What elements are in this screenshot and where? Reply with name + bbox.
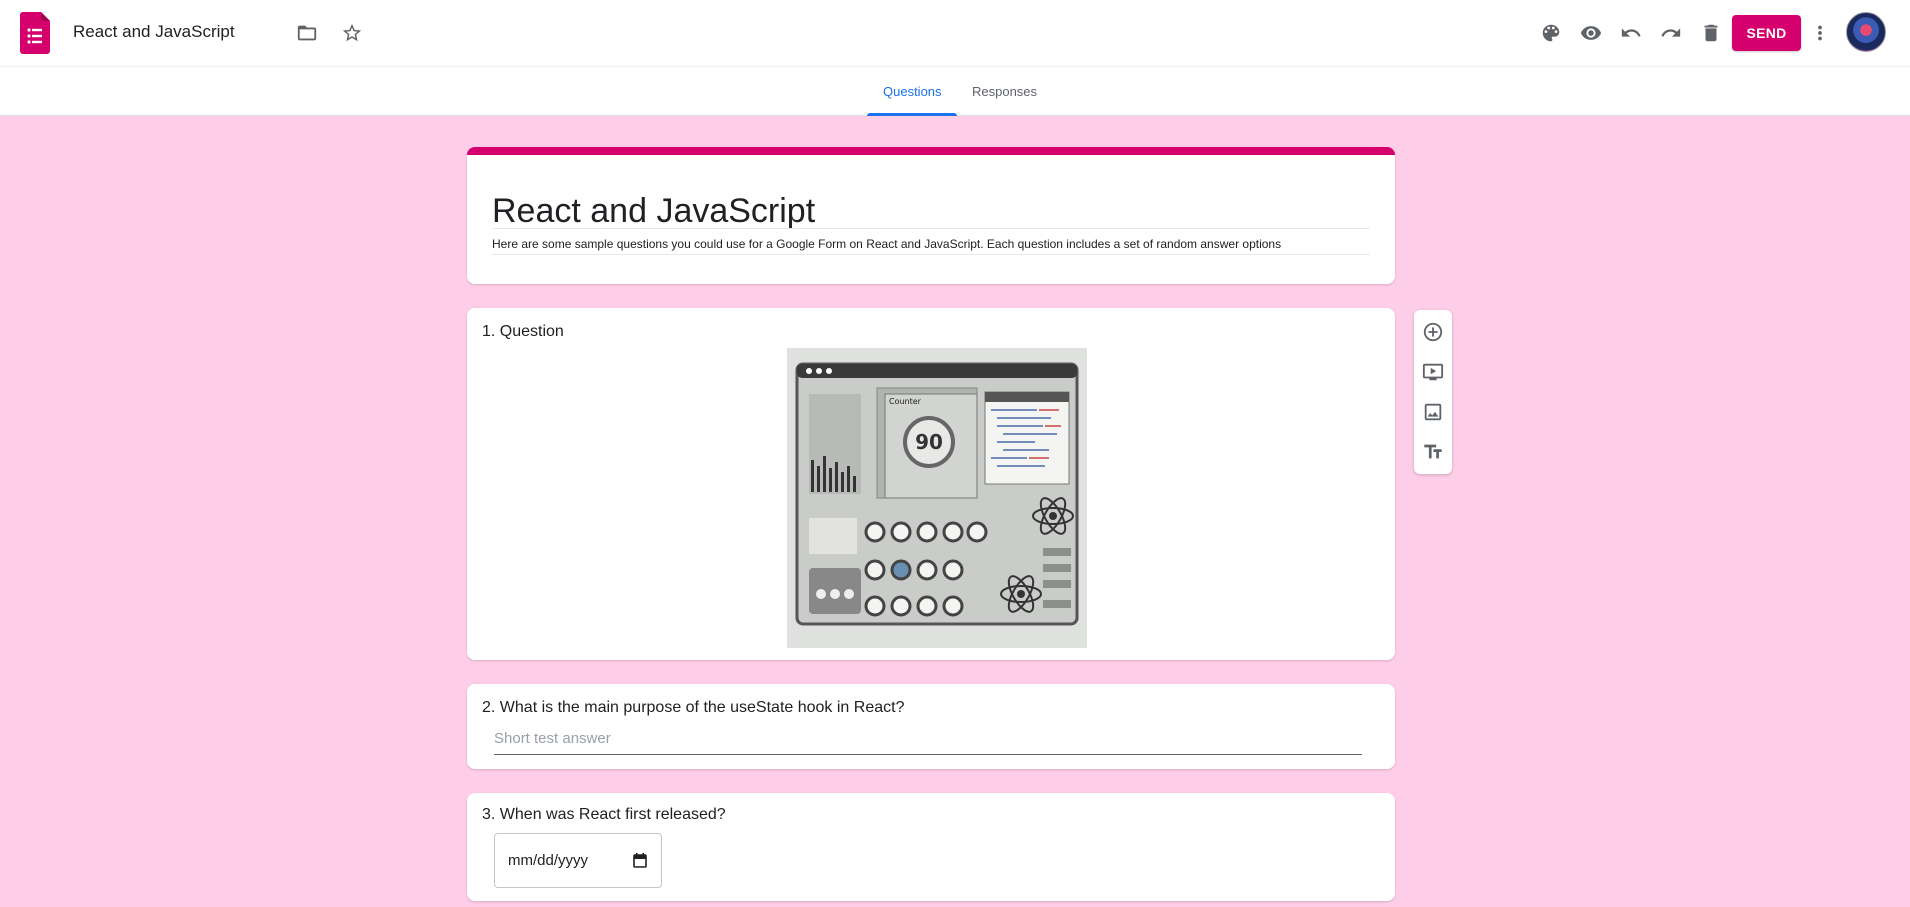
question-card-2[interactable]: 2. What is the main purpose of the useSt…	[467, 684, 1395, 769]
answer-underline	[494, 754, 1362, 755]
description-divider	[492, 254, 1370, 255]
add-video-button[interactable]	[1421, 360, 1445, 384]
side-toolbar	[1414, 310, 1452, 474]
add-image-button[interactable]	[1421, 400, 1445, 424]
question-title: 2. What is the main purpose of the useSt…	[482, 699, 905, 716]
forms-logo-icon[interactable]	[20, 12, 50, 54]
video-icon	[1422, 363, 1444, 381]
more-vert-icon[interactable]	[1806, 19, 1834, 47]
question-card-3[interactable]: 3. When was React first released? mm/dd/…	[467, 793, 1395, 901]
tab-bar: Questions Responses	[0, 66, 1910, 116]
date-input[interactable]: mm/dd/yyyy	[494, 833, 662, 888]
trash-icon[interactable]	[1697, 19, 1725, 47]
undo-icon[interactable]	[1617, 19, 1645, 47]
form-title[interactable]: React and JavaScript	[492, 192, 815, 231]
form-header-card: React and JavaScript Here are some sampl…	[467, 147, 1395, 284]
title-divider	[492, 228, 1370, 229]
tab-questions[interactable]: Questions	[883, 84, 942, 99]
redo-icon[interactable]	[1657, 19, 1685, 47]
folder-icon[interactable]	[293, 19, 321, 47]
react-ui-illustration: Counter 90	[787, 348, 1087, 648]
eye-icon[interactable]	[1577, 19, 1605, 47]
star-icon[interactable]	[338, 19, 366, 47]
add-question-button[interactable]	[1421, 320, 1445, 344]
form-description[interactable]: Here are some sample questions you could…	[492, 237, 1281, 251]
counter-panel-label: Counter	[889, 397, 922, 406]
question-title: 1. Question	[482, 323, 564, 340]
text-format-icon	[1424, 444, 1442, 459]
question-card-1[interactable]: 1. Question Counter 90	[467, 308, 1395, 660]
palette-icon[interactable]	[1537, 19, 1565, 47]
document-title[interactable]: React and JavaScript	[73, 22, 235, 42]
send-button[interactable]: SEND	[1732, 15, 1801, 51]
question-title: 3. When was React first released?	[482, 806, 726, 823]
top-bar: React and JavaScript SEND	[0, 0, 1910, 66]
avatar[interactable]	[1846, 12, 1886, 52]
short-answer-input[interactable]: Short test answer	[494, 730, 611, 747]
calendar-icon[interactable]	[633, 853, 647, 868]
tab-responses[interactable]: Responses	[972, 84, 1037, 99]
image-icon	[1424, 403, 1442, 421]
question-image: Counter 90	[787, 348, 1087, 648]
add-title-button[interactable]	[1421, 440, 1445, 464]
counter-value: 90	[915, 430, 943, 454]
date-placeholder: mm/dd/yyyy	[508, 852, 589, 869]
add-circle-icon	[1423, 322, 1443, 342]
active-tab-indicator	[867, 113, 957, 116]
